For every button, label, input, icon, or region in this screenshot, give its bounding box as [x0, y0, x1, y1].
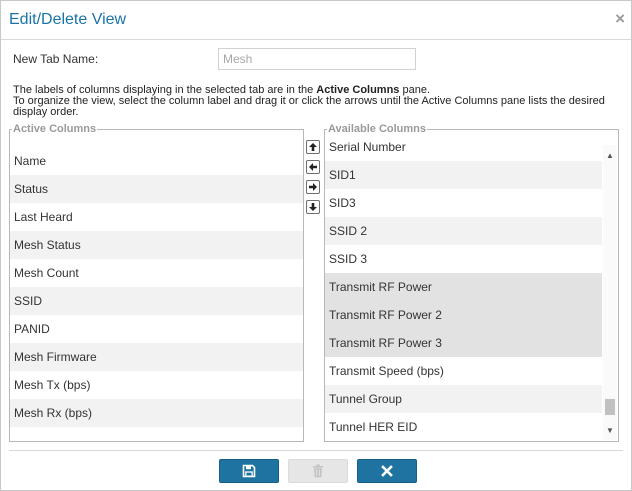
trash-icon: [313, 464, 323, 478]
list-item[interactable]: Transmit RF Power 2: [325, 301, 602, 329]
dialog-title: Edit/Delete View: [9, 11, 127, 28]
move-right-icon: [309, 183, 317, 191]
instructions-line2: To organize the view, select the column …: [13, 95, 605, 118]
close-icon[interactable]: ×: [615, 10, 625, 28]
list-item[interactable]: Tunnel Group: [325, 385, 602, 413]
footer-divider: [9, 450, 623, 451]
cancel-button[interactable]: [357, 459, 417, 483]
close-icon: [381, 465, 393, 477]
list-item[interactable]: Name: [10, 147, 303, 175]
save-button[interactable]: [219, 459, 279, 483]
tab-name-input[interactable]: [218, 48, 416, 70]
list-item[interactable]: Serial Number: [325, 139, 602, 161]
list-item[interactable]: SSID 3: [325, 245, 602, 273]
list-item[interactable]: Transmit RF Power: [325, 273, 602, 301]
move-down-button[interactable]: [306, 200, 320, 214]
move-up-button[interactable]: [306, 140, 320, 154]
tab-name-label: New Tab Name:: [13, 52, 99, 66]
floppy-disk-icon: [242, 464, 256, 478]
active-columns-list[interactable]: Name Status Last Heard Mesh Status Mesh Coun…: [10, 147, 303, 427]
available-columns-pane: Available Columns Serial Number SID1 SID3 S…: [324, 124, 619, 442]
available-columns-scrollbar[interactable]: ▲ ▼: [603, 145, 617, 440]
list-item[interactable]: SID3: [325, 189, 602, 217]
list-item[interactable]: PANID: [10, 315, 303, 343]
list-item[interactable]: Transmit RF Power 3: [325, 329, 602, 357]
list-item[interactable]: SSID 2: [325, 217, 602, 245]
list-item[interactable]: Mesh Count: [10, 259, 303, 287]
dialog-title-bar: Edit/Delete View ×: [1, 1, 631, 40]
move-up-icon: [309, 143, 317, 151]
list-item[interactable]: Status: [10, 175, 303, 203]
list-item[interactable]: Transmit Speed (bps): [325, 357, 602, 385]
list-item[interactable]: Mesh Tx (bps): [10, 371, 303, 399]
available-columns-list[interactable]: Serial Number SID1 SID3 SSID 2 SSID 3 Transmi…: [325, 139, 602, 441]
list-item[interactable]: Mesh Firmware: [10, 343, 303, 371]
move-right-button[interactable]: [306, 180, 320, 194]
scroll-up-icon[interactable]: ▲: [603, 149, 617, 163]
move-down-icon: [309, 203, 317, 211]
list-item[interactable]: Tunnel HER EID: [325, 413, 602, 441]
instructions-text: The labels of columns displaying in the …: [13, 85, 623, 118]
available-columns-legend: Available Columns: [328, 123, 427, 135]
delete-button: [288, 459, 348, 483]
edit-delete-view-dialog: Edit/Delete View × New Tab Name: The lab…: [0, 0, 632, 491]
move-left-button[interactable]: [306, 160, 320, 174]
list-item[interactable]: SID1: [325, 161, 602, 189]
list-item[interactable]: Mesh Rx (bps): [10, 399, 303, 427]
list-item[interactable]: Mesh Status: [10, 231, 303, 259]
scroll-down-icon[interactable]: ▼: [603, 424, 617, 438]
list-item[interactable]: Last Heard: [10, 203, 303, 231]
scrollbar-thumb[interactable]: [605, 399, 615, 415]
move-arrows: [306, 140, 322, 220]
active-columns-legend: Active Columns: [13, 123, 97, 135]
active-columns-pane: Active Columns Name Status Last Heard Mesh …: [9, 124, 304, 442]
move-left-icon: [309, 163, 317, 171]
list-item[interactable]: SSID: [10, 287, 303, 315]
